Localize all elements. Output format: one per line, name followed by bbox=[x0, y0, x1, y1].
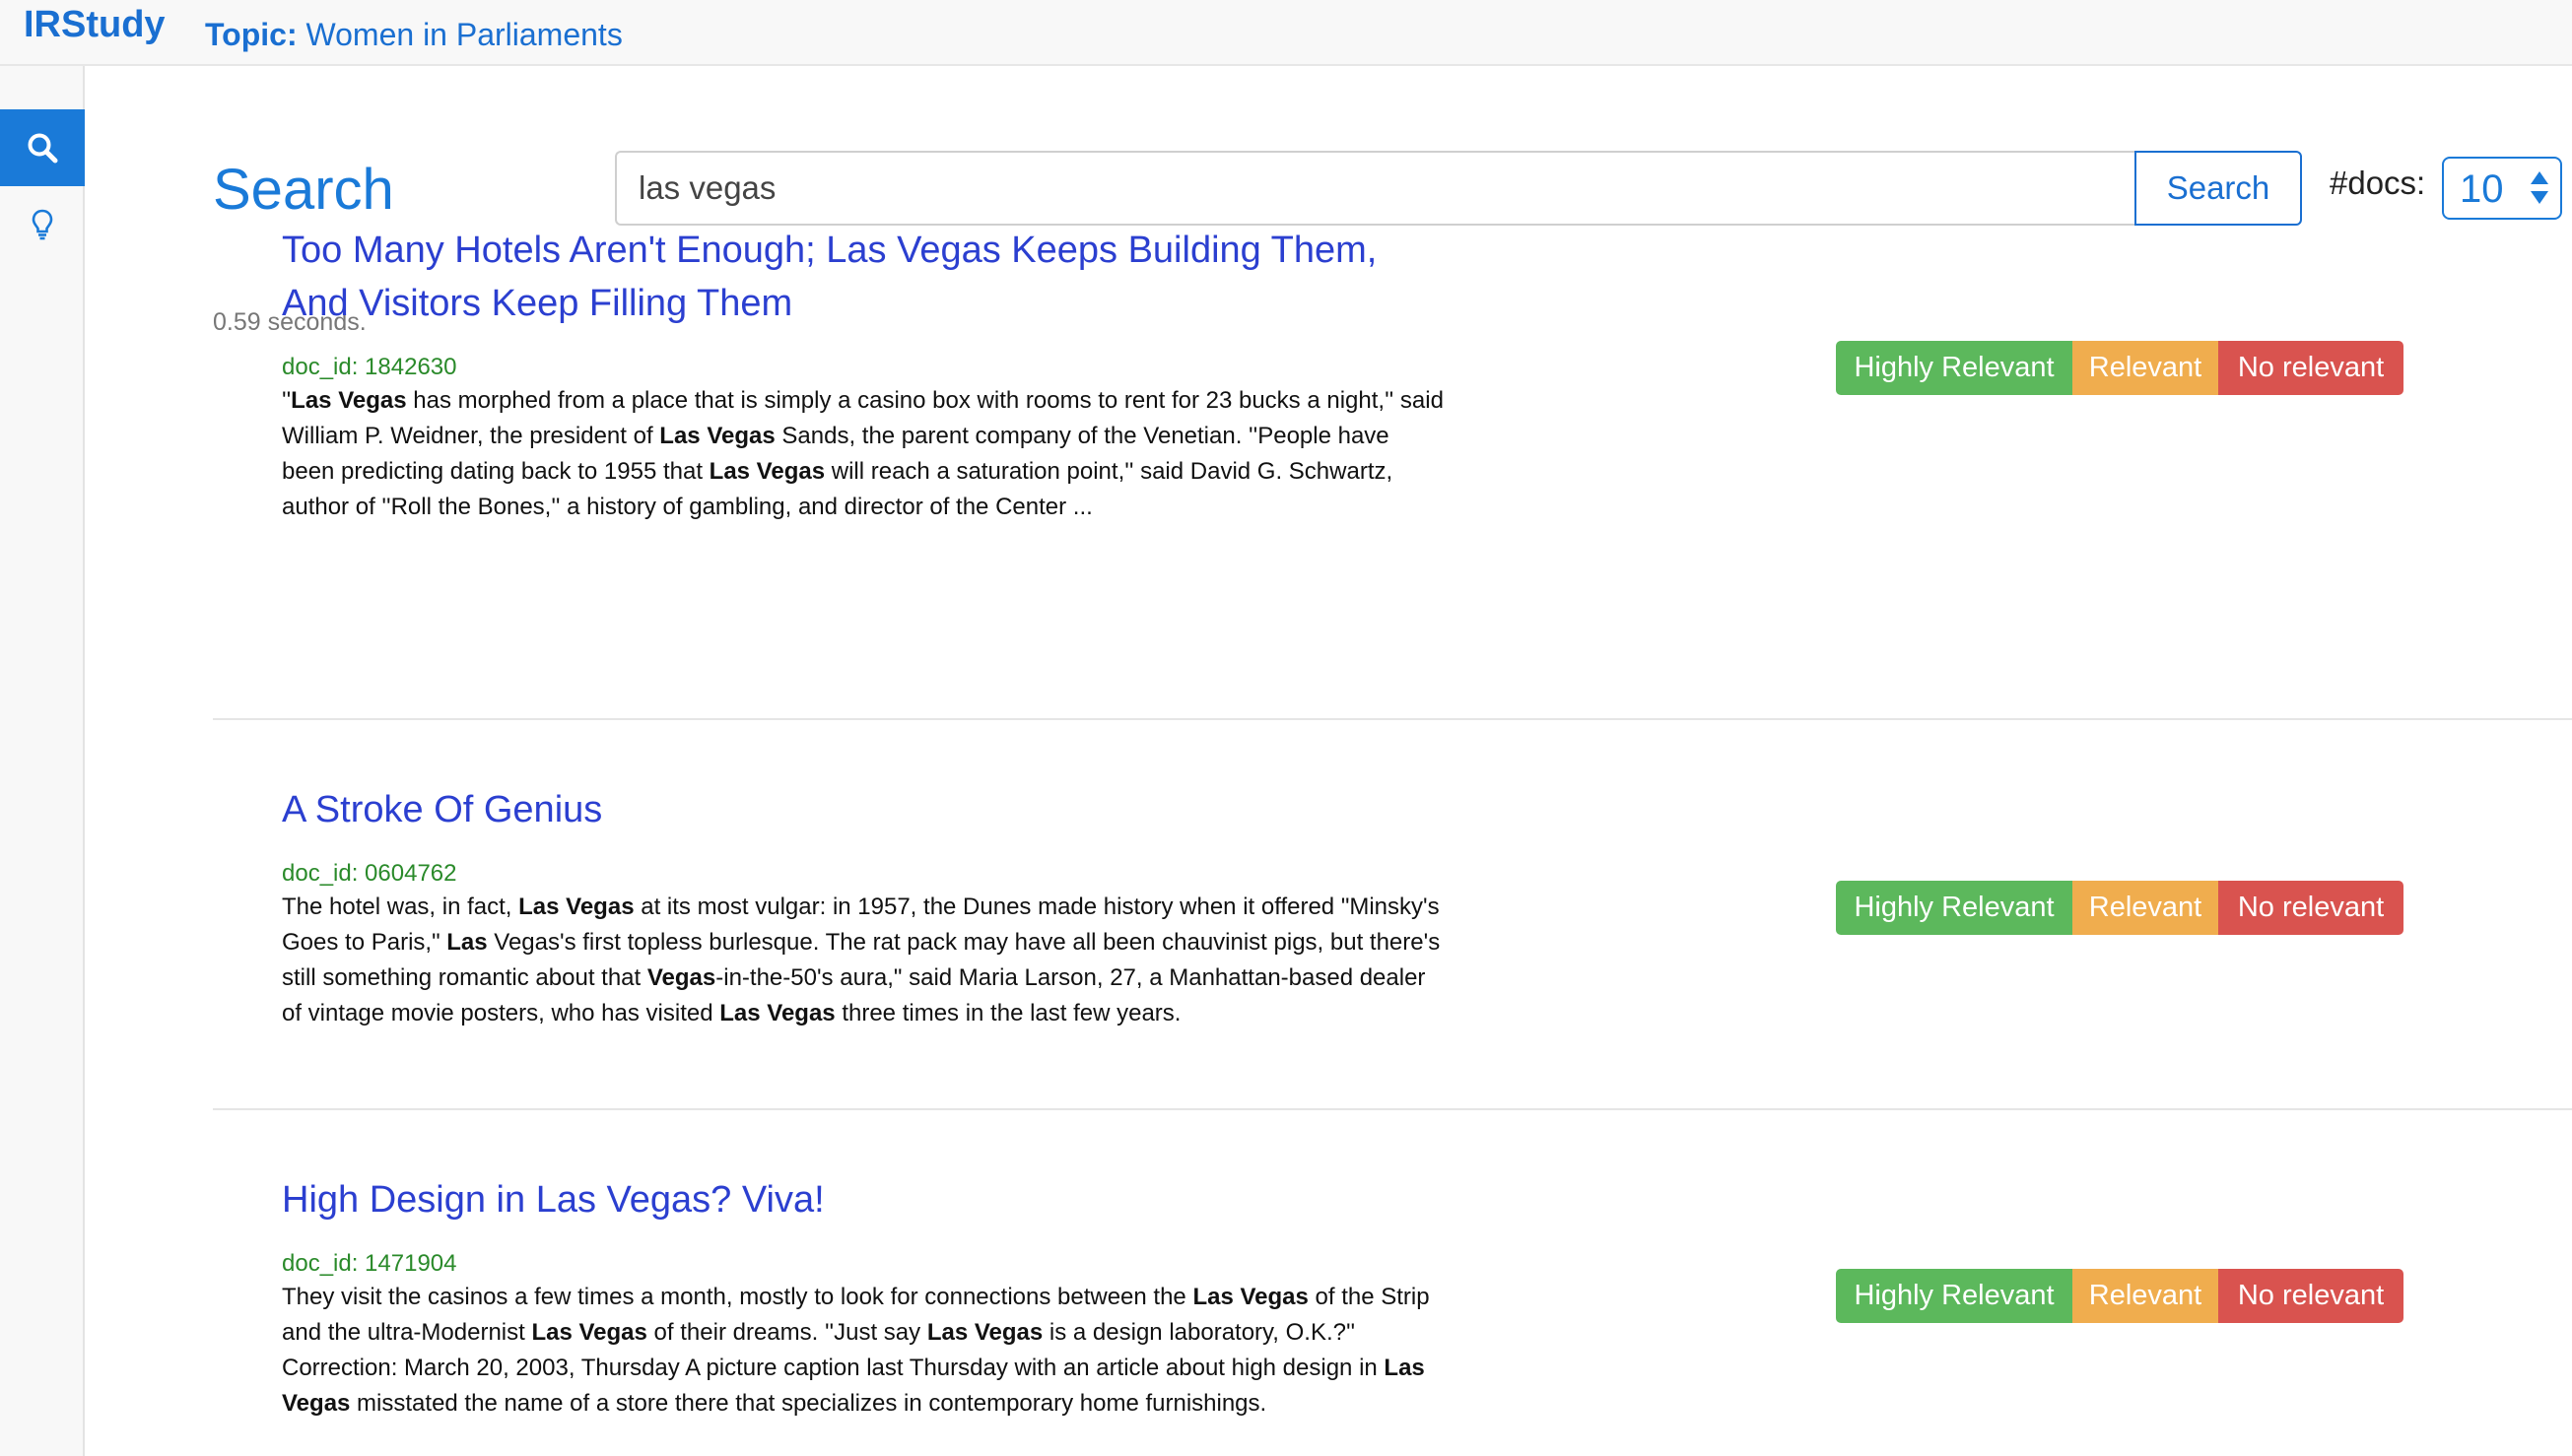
result-title[interactable]: Too Many Hotels Aren't Enough; Las Vegas… bbox=[282, 224, 1435, 330]
result-divider bbox=[213, 1108, 2572, 1110]
highly-relevant-button[interactable]: Highly Relevant bbox=[1836, 341, 2072, 395]
docs-count-value: 10 bbox=[2460, 167, 2504, 211]
main-content: Search Search #docs: 10 0.59 seconds. To… bbox=[85, 66, 2572, 1456]
spinner-down-icon[interactable] bbox=[2531, 191, 2548, 204]
brand-logo[interactable]: IRStudy bbox=[24, 4, 166, 46]
result-title[interactable]: A Stroke Of Genius bbox=[282, 783, 1435, 836]
result-snippet: They visit the casinos a few times a mon… bbox=[282, 1284, 1430, 1417]
result-snippet: ''Las Vegas has morphed from a place tha… bbox=[282, 387, 1444, 520]
result-divider bbox=[213, 718, 2572, 720]
no-relevant-button[interactable]: No relevant bbox=[2218, 881, 2403, 935]
topic-heading: Topic: Women in Parliaments bbox=[205, 17, 623, 53]
no-relevant-button[interactable]: No relevant bbox=[2218, 341, 2403, 395]
search-icon bbox=[28, 133, 58, 164]
relevant-button[interactable]: Relevant bbox=[2072, 881, 2218, 935]
docs-count-select[interactable]: 10 bbox=[2442, 157, 2562, 220]
sidebar-item-search[interactable] bbox=[0, 109, 85, 186]
relevance-rating-group: Highly Relevant Relevant No relevant bbox=[1836, 881, 2403, 935]
highly-relevant-button[interactable]: Highly Relevant bbox=[1836, 1269, 2072, 1323]
search-input[interactable] bbox=[615, 151, 2134, 226]
result-doc-id: doc_id: 1842630 bbox=[282, 354, 457, 380]
highly-relevant-button[interactable]: Highly Relevant bbox=[1836, 881, 2072, 935]
topic-value: Women in Parliaments bbox=[305, 17, 623, 52]
relevance-rating-group: Highly Relevant Relevant No relevant bbox=[1836, 341, 2403, 395]
spinner-up-icon[interactable] bbox=[2531, 171, 2548, 184]
sidebar bbox=[0, 66, 85, 1456]
topic-key: Topic: bbox=[205, 17, 298, 52]
docs-count-label: #docs: bbox=[2330, 165, 2426, 201]
search-button[interactable]: Search bbox=[2134, 151, 2302, 226]
lightbulb-icon bbox=[32, 209, 53, 240]
result-doc-id: doc_id: 0604762 bbox=[282, 860, 457, 887]
result-title[interactable]: High Design in Las Vegas? Viva! bbox=[282, 1173, 1435, 1226]
relevance-rating-group: Highly Relevant Relevant No relevant bbox=[1836, 1269, 2403, 1323]
page-title: Search bbox=[213, 158, 394, 222]
relevant-button[interactable]: Relevant bbox=[2072, 341, 2218, 395]
top-navbar: IRStudy Topic: Women in Parliaments bbox=[0, 0, 2572, 66]
sidebar-item-ideas[interactable] bbox=[0, 186, 85, 263]
relevant-button[interactable]: Relevant bbox=[2072, 1269, 2218, 1323]
result-doc-id: doc_id: 1471904 bbox=[282, 1250, 457, 1277]
result-snippet: The hotel was, in fact, Las Vegas at its… bbox=[282, 893, 1441, 1026]
no-relevant-button[interactable]: No relevant bbox=[2218, 1269, 2403, 1323]
